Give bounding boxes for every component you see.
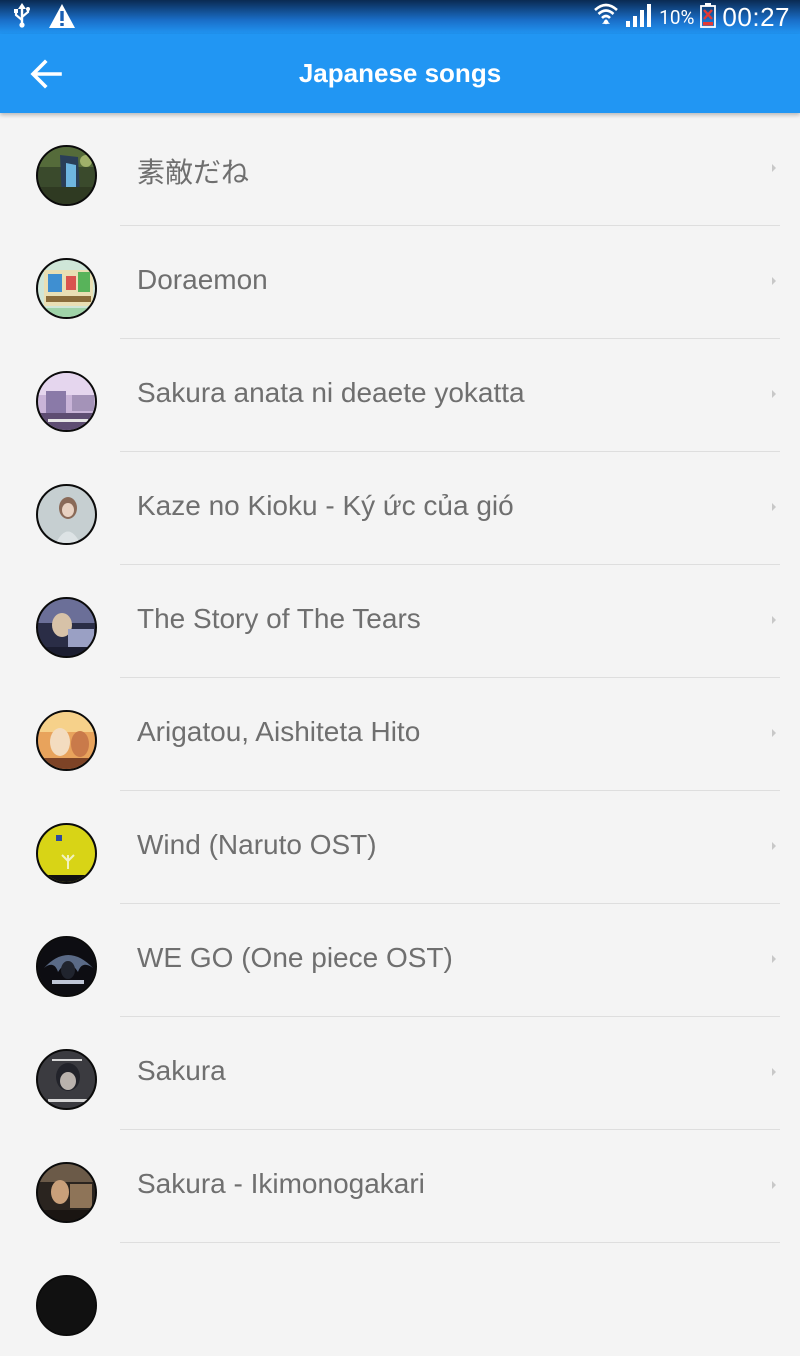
usb-icon — [12, 3, 32, 33]
chevron-right-icon — [772, 1068, 776, 1076]
chevron-right-icon — [772, 277, 776, 285]
song-list-item[interactable]: 素敵だね — [0, 113, 800, 226]
song-title: Sakura — [137, 1055, 226, 1086]
song-title: Wind (Naruto OST) — [137, 829, 377, 860]
song-title: Sakura anata ni deaete yokatta — [137, 377, 525, 408]
battery-icon — [700, 2, 717, 32]
song-thumbnail — [36, 1162, 97, 1223]
warning-icon — [48, 3, 76, 33]
clock: 00:27 — [722, 1, 790, 32]
song-list: 素敵だね Doraemon Sakura anata ni deaete yok… — [0, 113, 800, 1356]
song-thumbnail — [36, 823, 97, 884]
chevron-right-icon — [772, 955, 776, 963]
song-title: Doraemon — [137, 264, 268, 295]
chevron-right-icon — [772, 729, 776, 737]
song-thumbnail — [36, 371, 97, 432]
song-title: Arigatou, Aishiteta Hito — [137, 716, 421, 747]
chevron-right-icon — [772, 842, 776, 850]
song-thumbnail — [36, 597, 97, 658]
song-thumbnail — [36, 1275, 97, 1336]
song-list-item[interactable] — [0, 1243, 800, 1356]
song-title: Kaze no Kioku - Ký ức của gió — [137, 490, 514, 521]
song-thumbnail — [36, 1049, 97, 1110]
status-bar: 10% 00:27 — [0, 0, 800, 34]
signal-icon — [625, 2, 653, 32]
song-thumbnail — [36, 710, 97, 771]
chevron-right-icon — [772, 390, 776, 398]
song-list-item[interactable]: Sakura - Ikimonogakari — [0, 1130, 800, 1243]
chevron-right-icon — [772, 164, 776, 172]
chevron-right-icon — [772, 1181, 776, 1189]
song-list-item[interactable]: Kaze no Kioku - Ký ức của gió — [0, 452, 800, 565]
song-list-item[interactable]: Doraemon — [0, 226, 800, 339]
song-list-item[interactable]: Wind (Naruto OST) — [0, 791, 800, 904]
page-title: Japanese songs — [298, 58, 502, 88]
app-bar: Japanese songs — [0, 34, 800, 113]
song-list-item[interactable]: Sakura — [0, 1017, 800, 1130]
wifi-icon — [593, 1, 619, 33]
song-list-item[interactable]: The Story of The Tears — [0, 565, 800, 678]
song-title: Sakura - Ikimonogakari — [137, 1168, 425, 1199]
song-title: WE GO (One piece OST) — [137, 942, 453, 973]
song-thumbnail — [36, 484, 97, 545]
song-list-item[interactable]: Arigatou, Aishiteta Hito — [0, 678, 800, 791]
song-list-item[interactable]: WE GO (One piece OST) — [0, 904, 800, 1017]
song-title: The Story of The Tears — [137, 603, 421, 634]
battery-percent: 10% — [659, 5, 695, 29]
chevron-right-icon — [772, 616, 776, 624]
chevron-right-icon — [772, 503, 776, 511]
song-thumbnail — [36, 145, 97, 206]
song-thumbnail — [36, 936, 97, 997]
song-thumbnail — [36, 258, 97, 319]
song-list-item[interactable]: Sakura anata ni deaete yokatta — [0, 339, 800, 452]
song-title: 素敵だね — [137, 157, 250, 188]
